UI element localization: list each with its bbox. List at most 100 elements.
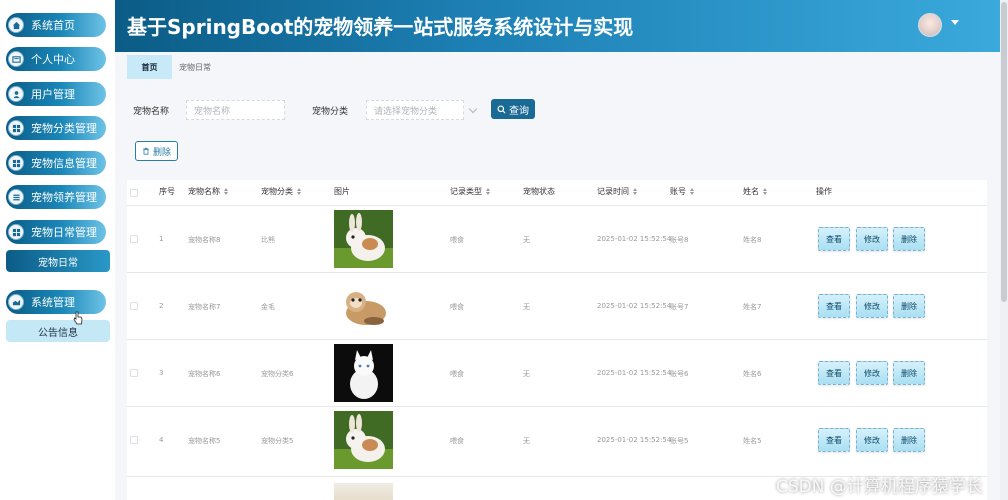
row-checkbox[interactable] <box>130 369 138 377</box>
header-bar: 基于SpringBoot的宠物领养一站式服务系统设计与实现 <box>115 0 1000 52</box>
sidebar-item-label: 宠物日常管理 <box>31 226 97 239</box>
view-button[interactable]: 查看 <box>818 294 850 318</box>
edit-button[interactable]: 修改 <box>856 227 888 251</box>
cell-person: 姓名8 <box>743 236 762 244</box>
edit-button[interactable]: 修改 <box>856 361 888 385</box>
grid-icon <box>8 155 24 171</box>
pet-category-select[interactable]: 请选择宠物分类 <box>366 100 464 120</box>
sort-icon <box>224 188 229 195</box>
col-header-no: 序号 <box>159 187 175 196</box>
row-checkbox[interactable] <box>130 302 138 310</box>
scrollbar-thumb[interactable] <box>1001 2 1007 302</box>
cell-record-time: 2025-01-02 15:52:54 <box>597 436 672 444</box>
delete-button[interactable]: 删除 <box>893 428 925 452</box>
pet-picture <box>334 483 393 500</box>
cell-category: 比熊 <box>261 236 275 244</box>
pet-picture <box>334 344 393 402</box>
cell-no: 1 <box>159 235 164 243</box>
home-icon <box>8 17 24 33</box>
sidebar: 系统首页 个人中心 用户管理 宠物分类管理 宠物信息管理 宠物领养管理 宠物日常… <box>0 0 115 500</box>
col-header-account[interactable]: 账号 <box>670 186 695 197</box>
table-row: 2 宠物名称7 金毛 喂食 无 2025-01-02 15:52:54 账号7 姓名7 查看 修改… <box>127 272 987 339</box>
pet-category-label: 宠物分类 <box>312 107 349 117</box>
sort-icon <box>763 188 768 195</box>
view-button[interactable]: 查看 <box>818 361 850 385</box>
query-button[interactable]: 查询 <box>491 99 535 119</box>
cell-account: 账号5 <box>670 437 689 445</box>
pet-name-label: 宠物名称 <box>133 107 170 117</box>
delete-button[interactable]: 删除 <box>893 361 925 385</box>
cell-record-type: 喂食 <box>450 303 464 311</box>
pet-picture <box>334 210 393 268</box>
sidebar-item-label: 宠物信息管理 <box>31 157 97 170</box>
cell-pet-name: 宠物名称5 <box>188 437 221 445</box>
cursor-hand-icon <box>73 311 83 325</box>
cell-category: 金毛 <box>261 303 275 311</box>
caret-down-icon[interactable] <box>951 20 959 25</box>
sidebar-subitem-notice[interactable]: 公告信息 <box>6 320 110 342</box>
sidebar-item-home[interactable]: 系统首页 <box>6 13 106 37</box>
sort-icon <box>690 188 695 195</box>
avatar[interactable] <box>918 13 942 37</box>
table-row: 3 宠物名称6 宠物分类6 喂食 无 2025-01-02 15:52:54 账号6 姓名6 查… <box>127 339 987 406</box>
sort-icon <box>486 188 491 195</box>
cell-person: 姓名7 <box>743 303 762 311</box>
cell-status: 无 <box>523 236 530 244</box>
chevron-down-icon[interactable] <box>468 104 478 114</box>
col-header-picture: 图片 <box>334 187 350 196</box>
sort-icon <box>297 188 302 195</box>
cell-account: 账号6 <box>670 370 689 378</box>
view-button[interactable]: 查看 <box>818 227 850 251</box>
col-header-record-time[interactable]: 记录时间 <box>597 186 638 197</box>
sidebar-item-pet-daily[interactable]: 宠物日常管理 <box>6 220 106 244</box>
cell-no: 4 <box>159 436 164 444</box>
cell-pet-name: 宠物名称8 <box>188 236 221 244</box>
sidebar-item-users[interactable]: 用户管理 <box>6 82 106 106</box>
list-icon <box>8 189 24 205</box>
tab-pet-daily[interactable]: 宠物日常 <box>172 55 218 79</box>
pet-name-input[interactable]: 宠物名称 <box>186 100 285 120</box>
cell-status: 无 <box>523 437 530 445</box>
sidebar-item-system[interactable]: 系统管理 <box>6 290 106 314</box>
pet-picture <box>334 277 393 335</box>
sidebar-item-label: 用户管理 <box>31 88 75 101</box>
query-button-label: 查询 <box>509 105 529 117</box>
tab-bar: 首页 宠物日常 <box>127 55 1000 79</box>
sidebar-item-pet-info[interactable]: 宠物信息管理 <box>6 151 106 175</box>
sidebar-item-pet-category[interactable]: 宠物分类管理 <box>6 116 106 140</box>
delete-button[interactable]: 删除 <box>893 227 925 251</box>
page-title: 基于SpringBoot的宠物领养一站式服务系统设计与实现 <box>127 15 634 39</box>
sidebar-item-pet-adoption[interactable]: 宠物领养管理 <box>6 185 106 209</box>
cell-pet-name: 宠物名称7 <box>188 303 221 311</box>
cell-status: 无 <box>523 370 530 378</box>
cell-category: 宠物分类5 <box>261 437 294 445</box>
edit-button[interactable]: 修改 <box>856 294 888 318</box>
user-icon <box>8 86 24 102</box>
select-all-checkbox[interactable] <box>130 189 138 197</box>
cell-account: 账号8 <box>670 236 689 244</box>
edit-button[interactable]: 修改 <box>856 428 888 452</box>
sidebar-item-label: 系统首页 <box>31 19 75 32</box>
pet-picture <box>334 411 393 469</box>
cell-person: 姓名6 <box>743 370 762 378</box>
row-checkbox[interactable] <box>130 436 138 444</box>
col-header-pet-name[interactable]: 宠物名称 <box>188 186 229 197</box>
tab-home[interactable]: 首页 <box>127 55 172 79</box>
vertical-scrollbar[interactable] <box>1000 0 1008 500</box>
grid-icon <box>8 120 24 136</box>
col-header-record-type[interactable]: 记录类型 <box>450 186 491 197</box>
view-button[interactable]: 查看 <box>818 428 850 452</box>
trash-icon <box>143 147 149 155</box>
sidebar-item-profile[interactable]: 个人中心 <box>6 47 106 71</box>
col-header-person[interactable]: 姓名 <box>743 186 768 197</box>
sidebar-item-label: 宠物领养管理 <box>31 191 97 204</box>
batch-delete-button[interactable]: 删除 <box>135 141 178 161</box>
col-header-category[interactable]: 宠物分类 <box>261 186 302 197</box>
row-checkbox[interactable] <box>130 235 138 243</box>
cell-record-type: 喂食 <box>450 370 464 378</box>
sidebar-subitem-pet-daily[interactable]: 宠物日常 <box>6 250 110 272</box>
col-header-status: 宠物状态 <box>523 187 555 196</box>
cell-record-time: 2025-01-02 15:52:54 <box>597 302 672 310</box>
delete-button[interactable]: 删除 <box>893 294 925 318</box>
search-icon <box>497 104 506 114</box>
